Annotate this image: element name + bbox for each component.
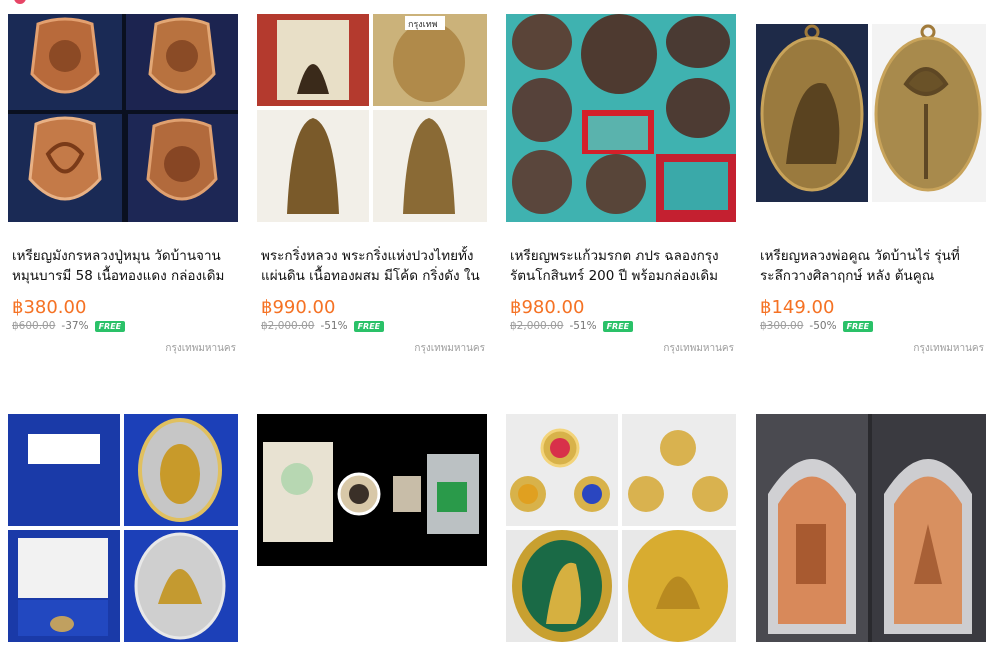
product-image[interactable] (756, 414, 986, 642)
product-card[interactable] (756, 414, 986, 644)
image-caption: กรุงเทพ (408, 20, 438, 30)
product-grid: เหรียญมังกรหลวงปู่หมุน วัดบ้านจาน หมุนบา… (0, 0, 1000, 650)
original-price: ฿300.00 (760, 320, 804, 332)
product-meta: ฿2,000.00 -51% FREE (261, 320, 385, 332)
product-image[interactable] (257, 414, 487, 566)
free-shipping-icon: FREE (94, 320, 126, 332)
scroll-indicator (14, 0, 26, 4)
product-image[interactable] (8, 414, 238, 642)
product-location: กรุงเทพมหานคร (414, 343, 485, 354)
discount-badge: -51% (569, 320, 597, 332)
product-price: ฿990.00 (261, 297, 336, 318)
product-price: ฿149.00 (760, 297, 835, 318)
product-card[interactable] (8, 414, 238, 644)
product-price: ฿980.00 (510, 297, 585, 318)
original-price: ฿2,000.00 (261, 320, 315, 332)
product-card[interactable]: เหรียญหลวงพ่อคูณ วัดบ้านไร่ รุ่นที่ระลึก… (756, 14, 986, 354)
product-title[interactable]: เหรียญพระแก้วมรกต ภปร ฉลองกรุงรัตนโกสินท… (510, 246, 734, 286)
product-card[interactable] (257, 414, 487, 574)
product-location: กรุงเทพมหานคร (165, 343, 236, 354)
product-title[interactable]: เหรียญมังกรหลวงปู่หมุน วัดบ้านจาน หมุนบา… (12, 246, 236, 286)
free-shipping-icon: FREE (602, 320, 634, 332)
original-price: ฿600.00 (12, 320, 56, 332)
discount-badge: -37% (61, 320, 89, 332)
product-card[interactable]: กรุงเทพ พระกริ่งหลวง พระกริ่งแห่งปวงไทยท… (257, 14, 487, 354)
discount-badge: -51% (320, 320, 348, 332)
free-shipping-icon: FREE (842, 320, 874, 332)
product-card[interactable]: เหรียญพระแก้วมรกต ภปร ฉลองกรุงรัตนโกสินท… (506, 14, 736, 354)
product-card[interactable] (506, 414, 736, 644)
product-meta: ฿2,000.00 -51% FREE (510, 320, 634, 332)
product-image[interactable]: กรุงเทพ (257, 14, 487, 222)
original-price: ฿2,000.00 (510, 320, 564, 332)
product-price: ฿380.00 (12, 297, 87, 318)
free-shipping-icon: FREE (353, 320, 385, 332)
product-title[interactable]: พระกริ่งหลวง พระกริ่งแห่งปวงไทยทั้งแผ่นด… (261, 246, 485, 286)
product-image[interactable] (756, 14, 986, 222)
product-title[interactable]: เหรียญหลวงพ่อคูณ วัดบ้านไร่ รุ่นที่ระลึก… (760, 246, 984, 286)
product-meta: ฿300.00 -50% FREE (760, 320, 874, 332)
discount-badge: -50% (809, 320, 837, 332)
product-card[interactable]: เหรียญมังกรหลวงปู่หมุน วัดบ้านจาน หมุนบา… (8, 14, 238, 354)
product-image[interactable] (506, 14, 736, 222)
product-image[interactable] (506, 414, 736, 642)
product-meta: ฿600.00 -37% FREE (12, 320, 126, 332)
product-image[interactable] (8, 14, 238, 222)
product-location: กรุงเทพมหานคร (913, 343, 984, 354)
product-location: กรุงเทพมหานคร (663, 343, 734, 354)
